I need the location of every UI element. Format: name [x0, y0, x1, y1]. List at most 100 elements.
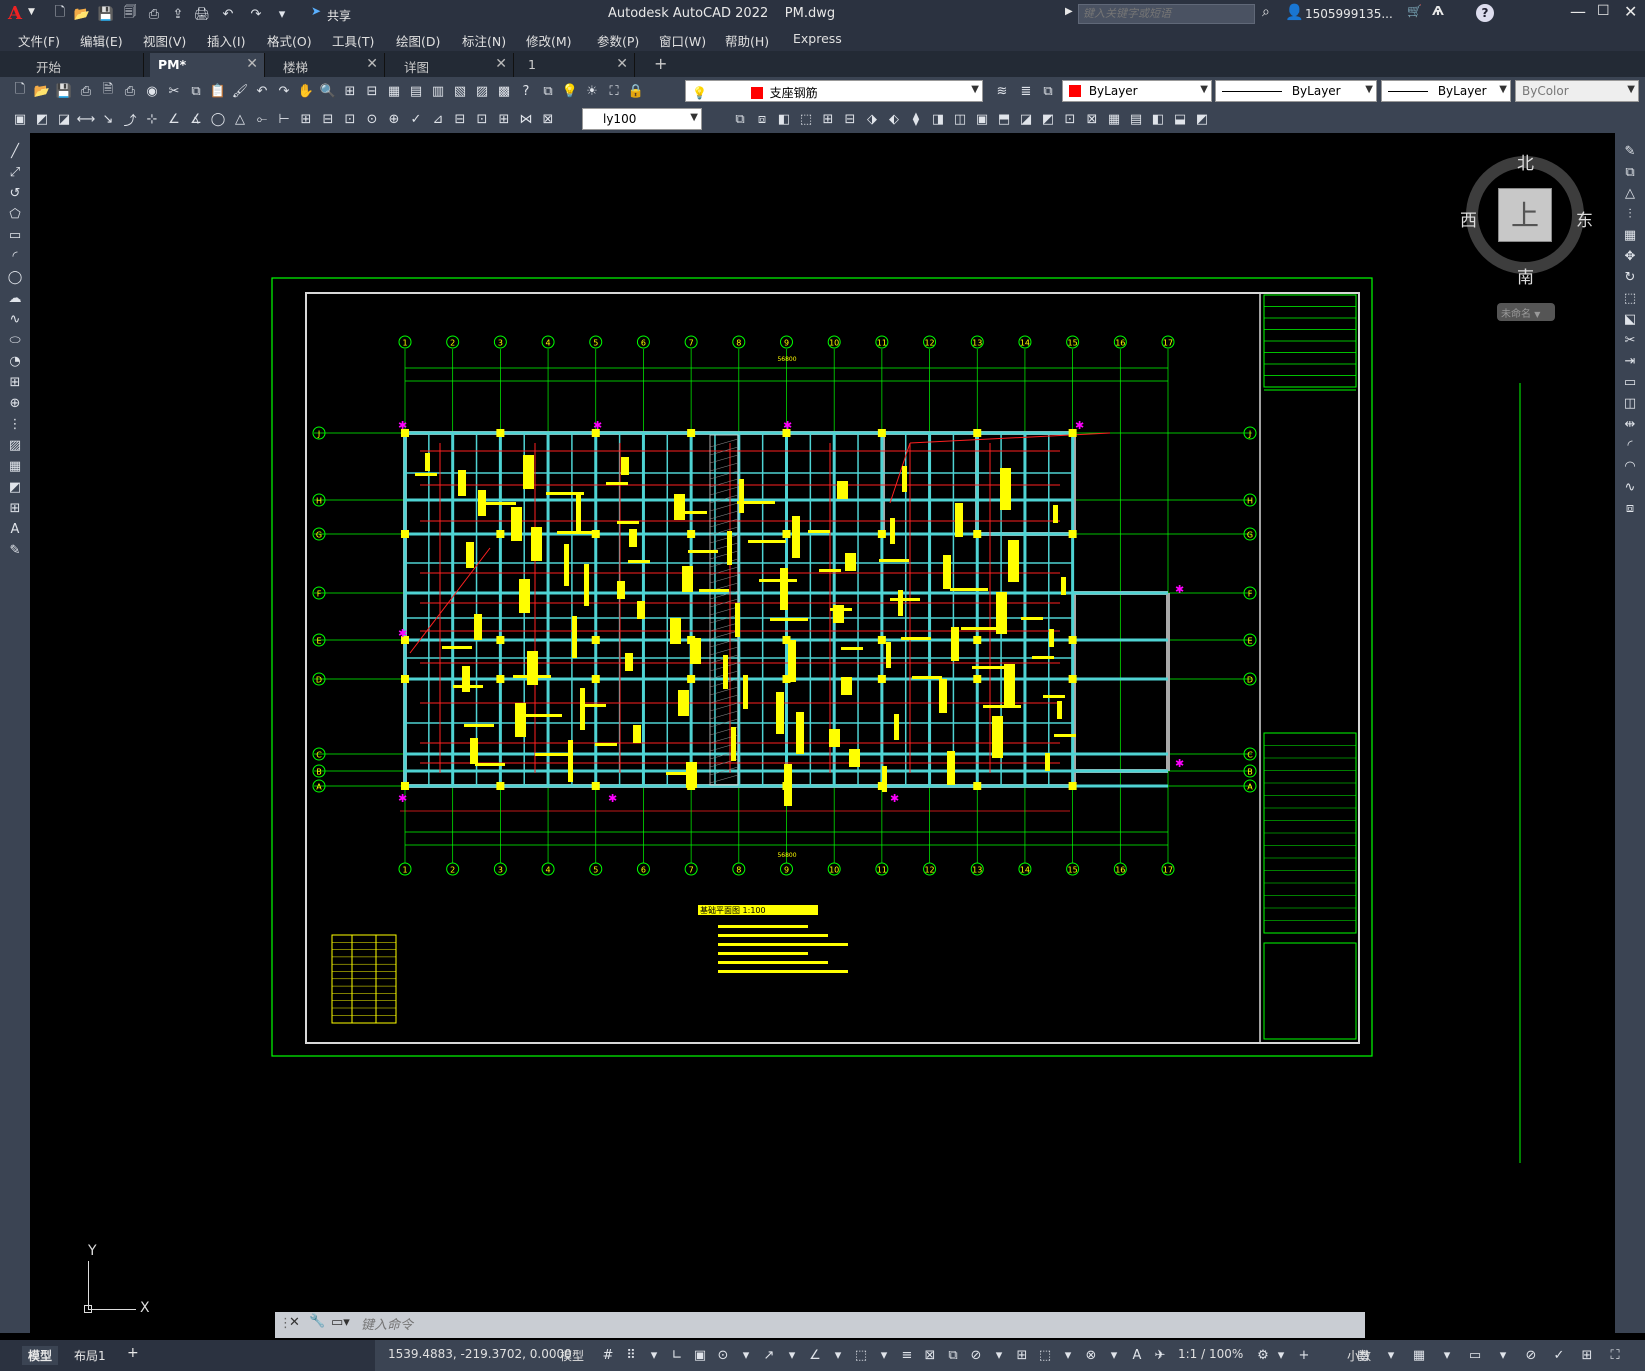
model-space-canvas[interactable]: 1 1 2 2 3 3 4 4 5 5 6 6 7 7 8 8 9 9 10 10 11 11 12 12 13 13 14 14 15… [30, 133, 1615, 1333]
modify-tool-3-icon[interactable]: ⫶ [1620, 204, 1640, 224]
modify-tool-0-icon[interactable]: ✎ [1620, 141, 1640, 161]
std-tool-17-icon[interactable]: ▦ [384, 81, 404, 101]
search-expand-icon[interactable]: ▶ [1065, 6, 1073, 17]
layer-dropdown[interactable]: 💡 支座钢筋 ▼ [685, 80, 983, 102]
tab-close-icon[interactable]: ✕ [366, 56, 378, 72]
undo-icon[interactable]: ↶ [218, 4, 238, 24]
plot-publish-icon[interactable]: ⎙ [144, 4, 164, 24]
std-tool-4-icon[interactable]: 🗎 [98, 81, 118, 101]
dim-tool-23-icon[interactable]: ⋈ [516, 109, 536, 129]
menu-item-4[interactable]: 格式(O) [267, 31, 312, 50]
status-toggle-3-icon[interactable]: ∟ [667, 1345, 687, 1365]
obj-tool-16-icon[interactable]: ⊠ [1082, 109, 1102, 129]
modify-tool-14-icon[interactable]: ◜ [1620, 435, 1640, 455]
status-toggle-5-icon[interactable]: ⊙ [713, 1345, 733, 1365]
help-icon[interactable]: ? [1476, 4, 1494, 22]
dim-tool-5-icon[interactable]: ⤴ [120, 109, 140, 129]
dim-tool-4-icon[interactable]: ↘ [98, 109, 118, 129]
modify-tool-13-icon[interactable]: ⇹ [1620, 414, 1640, 434]
status-tool-11-icon[interactable]: ⊞ [1577, 1345, 1597, 1365]
customize-wrench-icon[interactable]: 🔧 [309, 1314, 325, 1329]
menu-item-7[interactable]: 标注(N) [462, 31, 506, 50]
modify-tool-10-icon[interactable]: ⇥ [1620, 351, 1640, 371]
status-toggle-6-icon[interactable]: ▾ [736, 1345, 756, 1365]
save-icon[interactable]: 💾 [96, 4, 116, 24]
modify-tool-12-icon[interactable]: ◫ [1620, 393, 1640, 413]
status-tool-2-icon[interactable]: + [1294, 1345, 1314, 1365]
units-display[interactable]: 小数 [1347, 1347, 1371, 1364]
plotstyle-dropdown[interactable]: ByColor ▼ [1515, 80, 1639, 102]
obj-tool-14-icon[interactable]: ◩ [1038, 109, 1058, 129]
modify-tool-7-icon[interactable]: ⬚ [1620, 288, 1640, 308]
cursor-coordinates[interactable]: 1539.4883, -219.3702, 0.0000 [388, 1347, 572, 1361]
draw-tool-14-icon[interactable]: ▨ [5, 435, 25, 455]
obj-tool-19-icon[interactable]: ◧ [1148, 109, 1168, 129]
std-tool-22-icon[interactable]: ▩ [494, 81, 514, 101]
customize-icon[interactable]: ▾ [272, 4, 292, 24]
status-toggle-12-icon[interactable]: ▾ [874, 1345, 894, 1365]
dim-tool-1-icon[interactable]: ◩ [32, 109, 52, 129]
modify-tool-4-icon[interactable]: ▦ [1620, 225, 1640, 245]
dim-tool-16-icon[interactable]: ⊙ [362, 109, 382, 129]
status-tool-12-icon[interactable]: ⛶ [1605, 1345, 1625, 1365]
draw-tool-6-icon[interactable]: ◯ [5, 267, 25, 287]
status-toggle-20-icon[interactable]: ▾ [1058, 1345, 1078, 1365]
std-tool-10-icon[interactable]: 🖌 [230, 81, 250, 101]
status-tool-10-icon[interactable]: ✓ [1549, 1345, 1569, 1365]
minimize-button[interactable]: — [1570, 2, 1586, 21]
status-toggle-4-icon[interactable]: ▣ [690, 1345, 710, 1365]
draw-tool-1-icon[interactable]: ⤢ [5, 162, 25, 182]
user-icon[interactable]: 👤 [1285, 3, 1304, 21]
status-tool-9-icon[interactable]: ⊘ [1521, 1345, 1541, 1365]
status-tool-5-icon[interactable]: ▦ [1409, 1345, 1429, 1365]
dim-tool-21-icon[interactable]: ⊡ [472, 109, 492, 129]
status-toggle-11-icon[interactable]: ⬚ [851, 1345, 871, 1365]
obj-tool-12-icon[interactable]: ⬒ [994, 109, 1014, 129]
layout-tab-layout1[interactable]: 布局1 [74, 1347, 106, 1364]
tab-close-icon[interactable]: ✕ [616, 56, 628, 72]
viewcube-west[interactable]: 西 [1460, 206, 1477, 231]
menu-item-12[interactable]: Express [793, 31, 842, 46]
status-toggle-1-icon[interactable]: ⠿ [621, 1345, 641, 1365]
viewcube-top-face[interactable]: 上 [1498, 188, 1552, 242]
status-toggle-0-icon[interactable]: # [598, 1345, 618, 1365]
obj-tool-6-icon[interactable]: ⬗ [862, 109, 882, 129]
tab-1[interactable]: PM* ✕ [150, 53, 265, 77]
std-tool-6-icon[interactable]: ◉ [142, 81, 162, 101]
status-toggle-9-icon[interactable]: ∠ [805, 1345, 825, 1365]
modify-tool-8-icon[interactable]: ⬕ [1620, 309, 1640, 329]
std-tool-21-icon[interactable]: ▨ [472, 81, 492, 101]
draw-tool-13-icon[interactable]: ⋮ [5, 414, 25, 434]
obj-tool-11-icon[interactable]: ▣ [972, 109, 992, 129]
std-tool-9-icon[interactable]: 📋 [208, 81, 228, 101]
dim-tool-14-icon[interactable]: ⊟ [318, 109, 338, 129]
std-tool-12-icon[interactable]: ↷ [274, 81, 294, 101]
search-input[interactable] [1078, 4, 1255, 24]
obj-tool-21-icon[interactable]: ◩ [1192, 109, 1212, 129]
status-toggle-17-icon[interactable]: ▾ [989, 1345, 1009, 1365]
obj-tool-20-icon[interactable]: ⬓ [1170, 109, 1190, 129]
model-space-button[interactable]: 模型 [560, 1347, 584, 1364]
std-tool-2-icon[interactable]: 💾 [54, 81, 74, 101]
modify-tool-6-icon[interactable]: ↻ [1620, 267, 1640, 287]
color-dropdown[interactable]: ByLayer ▼ [1062, 80, 1212, 102]
new-icon[interactable]: 🗋 [50, 4, 70, 24]
dim-tool-7-icon[interactable]: ∠ [164, 109, 184, 129]
menu-item-5[interactable]: 工具(T) [332, 31, 374, 50]
dim-tool-20-icon[interactable]: ⊟ [450, 109, 470, 129]
std-tool-25-icon[interactable]: 💡 [560, 81, 580, 101]
draw-tool-19-icon[interactable]: ✎ [5, 540, 25, 560]
add-layout-icon[interactable]: + [127, 1345, 139, 1361]
menu-item-9[interactable]: 参数(P) [597, 31, 639, 50]
obj-tool-2-icon[interactable]: ◧ [774, 109, 794, 129]
modify-tool-9-icon[interactable]: ✂ [1620, 330, 1640, 350]
draw-tool-12-icon[interactable]: ⊕ [5, 393, 25, 413]
obj-tool-18-icon[interactable]: ▤ [1126, 109, 1146, 129]
obj-tool-7-icon[interactable]: ⬖ [884, 109, 904, 129]
modify-tool-17-icon[interactable]: ⧈ [1620, 498, 1640, 518]
viewcube-north[interactable]: 北 [1517, 149, 1534, 174]
dim-tool-2-icon[interactable]: ◪ [54, 109, 74, 129]
modify-tool-15-icon[interactable]: ◠ [1620, 456, 1640, 476]
modify-tool-5-icon[interactable]: ✥ [1620, 246, 1640, 266]
status-tool-1-icon[interactable]: ▾ [1271, 1345, 1291, 1365]
